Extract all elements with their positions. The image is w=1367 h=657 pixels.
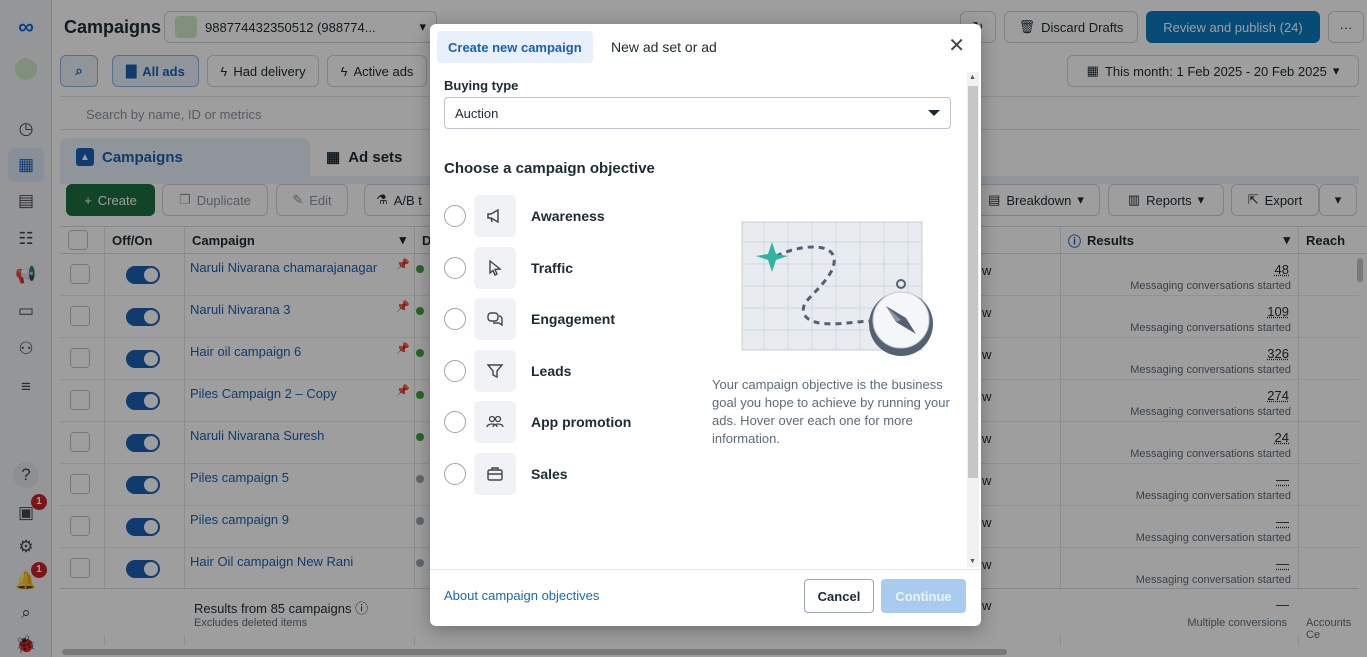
tab-create-new-campaign[interactable]: Create new campaign [437, 31, 593, 63]
objective-option-awareness[interactable]: Awareness [444, 195, 664, 237]
tab-new-ad-set-or-ad[interactable]: New ad set or ad [600, 31, 728, 63]
objective-label: App promotion [531, 414, 632, 430]
megaphone-icon [474, 195, 516, 237]
objective-option-app-promotion[interactable]: App promotion [444, 401, 664, 443]
chat-bubbles-icon [474, 298, 516, 340]
scroll-thumb[interactable] [968, 86, 978, 478]
briefcase-icon [474, 452, 516, 495]
objective-label: Awareness [531, 208, 605, 224]
cursor-icon [474, 246, 516, 289]
objective-radio[interactable] [444, 205, 466, 227]
dialog-scrollbar[interactable]: ▲ ▼ [967, 72, 979, 567]
funnel-icon [474, 349, 516, 392]
objective-radio[interactable] [444, 359, 466, 382]
dialog-footer: About campaign objectives Cancel Continu… [430, 569, 981, 626]
people-icon [474, 401, 516, 443]
objective-option-leads[interactable]: Leads [444, 349, 664, 392]
objective-radio[interactable] [444, 411, 466, 433]
caret-down-icon [928, 110, 940, 116]
scroll-down-icon[interactable]: ▼ [969, 558, 976, 565]
objective-label: Sales [531, 465, 568, 482]
create-campaign-dialog: Create new campaign New ad set or ad ✕ B… [430, 24, 981, 626]
close-icon[interactable]: ✕ [948, 36, 965, 56]
objective-radio[interactable] [444, 462, 466, 485]
dialog-body: Buying type Auction Choose a campaign ob… [430, 72, 967, 567]
scroll-up-icon[interactable]: ▲ [969, 74, 976, 81]
buying-type-value: Auction [455, 105, 499, 121]
objective-heading: Choose a campaign objective [444, 160, 655, 177]
buying-type-label: Buying type [444, 78, 519, 93]
buying-type-select[interactable]: Auction [444, 97, 951, 129]
objective-option-sales[interactable]: Sales [444, 452, 664, 495]
about-objectives-link[interactable]: About campaign objectives [444, 588, 599, 603]
objective-radio[interactable] [444, 308, 466, 330]
continue-button[interactable]: Continue [881, 579, 966, 613]
map-compass-illustration [741, 221, 933, 356]
objective-radio[interactable] [444, 256, 466, 279]
objective-option-traffic[interactable]: Traffic [444, 246, 664, 289]
objective-label: Engagement [531, 311, 616, 327]
cancel-button[interactable]: Cancel [804, 579, 874, 613]
objective-option-engagement[interactable]: Engagement [444, 298, 664, 340]
objective-description: Your campaign objective is the business … [712, 377, 950, 446]
objective-label: Traffic [531, 259, 574, 276]
objective-label: Leads [531, 362, 572, 379]
